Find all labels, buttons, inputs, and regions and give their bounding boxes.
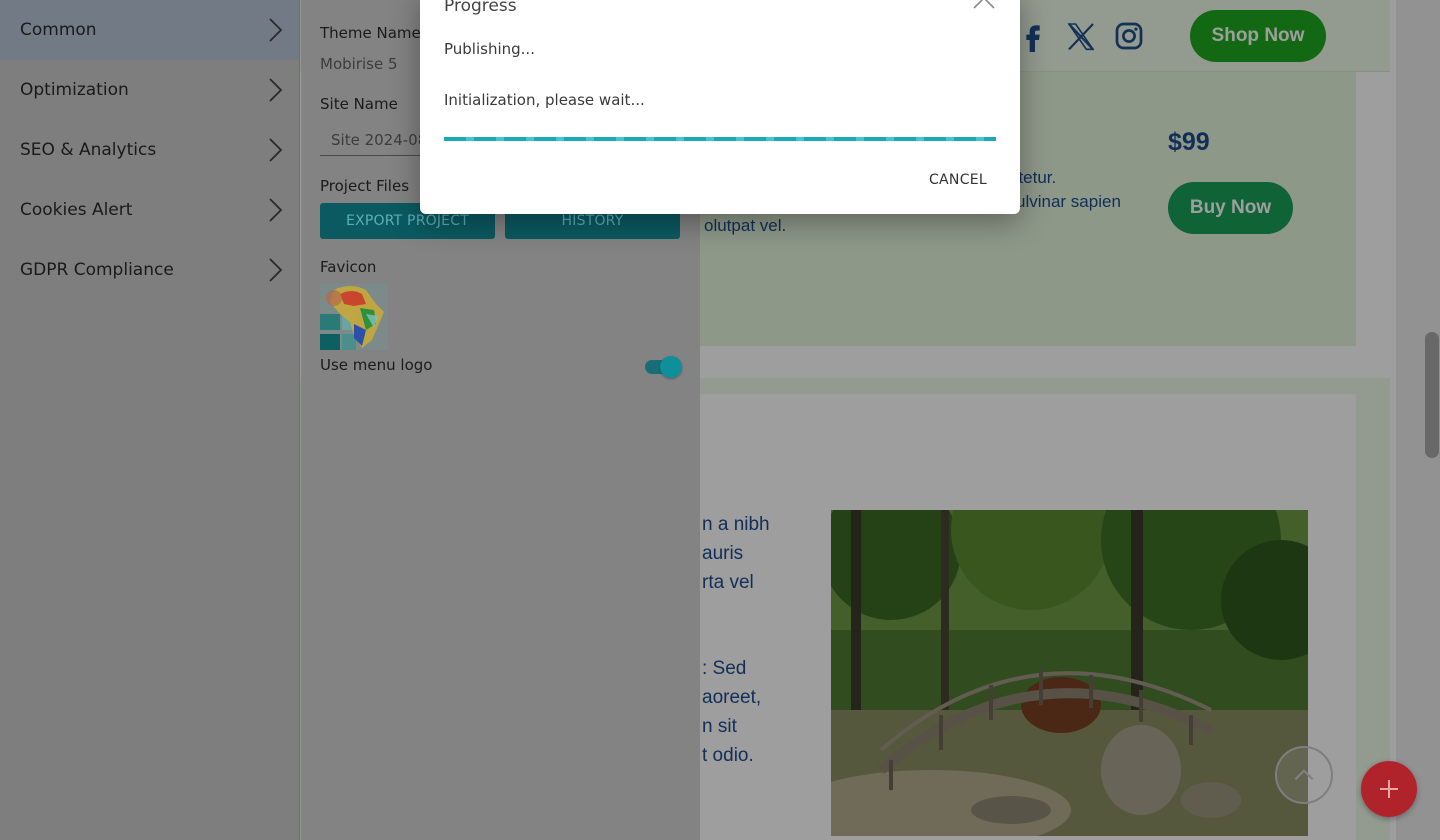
chevron-right-icon: [265, 76, 285, 104]
chevron-right-icon: [265, 256, 285, 284]
theme-name-label: Theme Name: [320, 24, 421, 42]
menu-item-label: GDPR Compliance: [20, 260, 174, 280]
menu-item-label: Cookies Alert: [20, 200, 133, 220]
progress-status: Publishing...: [444, 40, 535, 58]
dialog-title: Progress: [444, 0, 517, 16]
chevron-right-icon: [265, 136, 285, 164]
use-menu-logo-label: Use menu logo: [320, 356, 433, 374]
progress-bar: [444, 137, 996, 141]
cancel-button[interactable]: CANCEL: [920, 166, 996, 194]
site-settings-menu: Common Optimization SEO & Analytics Cook…: [0, 0, 300, 840]
close-icon[interactable]: [972, 0, 996, 10]
progress-detail: Initialization, please wait...: [444, 91, 645, 109]
project-files-label: Project Files: [320, 177, 410, 195]
plus-icon: [1380, 780, 1398, 798]
favicon-image[interactable]: [320, 284, 388, 350]
menu-item-cookies-alert[interactable]: Cookies Alert: [0, 180, 299, 240]
progress-dialog: Progress Publishing... Initialization, p…: [420, 0, 1020, 214]
menu-item-label: Optimization: [20, 80, 129, 100]
progress-bar-fill: [444, 137, 996, 141]
chevron-right-icon: [265, 16, 285, 44]
add-block-button[interactable]: [1361, 761, 1417, 817]
menu-item-label: SEO & Analytics: [20, 140, 157, 160]
menu-item-seo-analytics[interactable]: SEO & Analytics: [0, 120, 299, 180]
menu-item-gdpr-compliance[interactable]: GDPR Compliance: [0, 240, 299, 300]
menu-item-label: Common: [20, 20, 97, 40]
site-name-label: Site Name: [320, 95, 398, 113]
favicon-label: Favicon: [320, 258, 377, 276]
menu-item-common[interactable]: Common: [0, 0, 299, 60]
theme-name-value: Mobirise 5: [320, 55, 398, 73]
toggle-knob: [660, 356, 682, 378]
use-menu-logo-toggle[interactable]: [645, 356, 682, 378]
menu-item-optimization[interactable]: Optimization: [0, 60, 299, 120]
chevron-right-icon: [265, 196, 285, 224]
